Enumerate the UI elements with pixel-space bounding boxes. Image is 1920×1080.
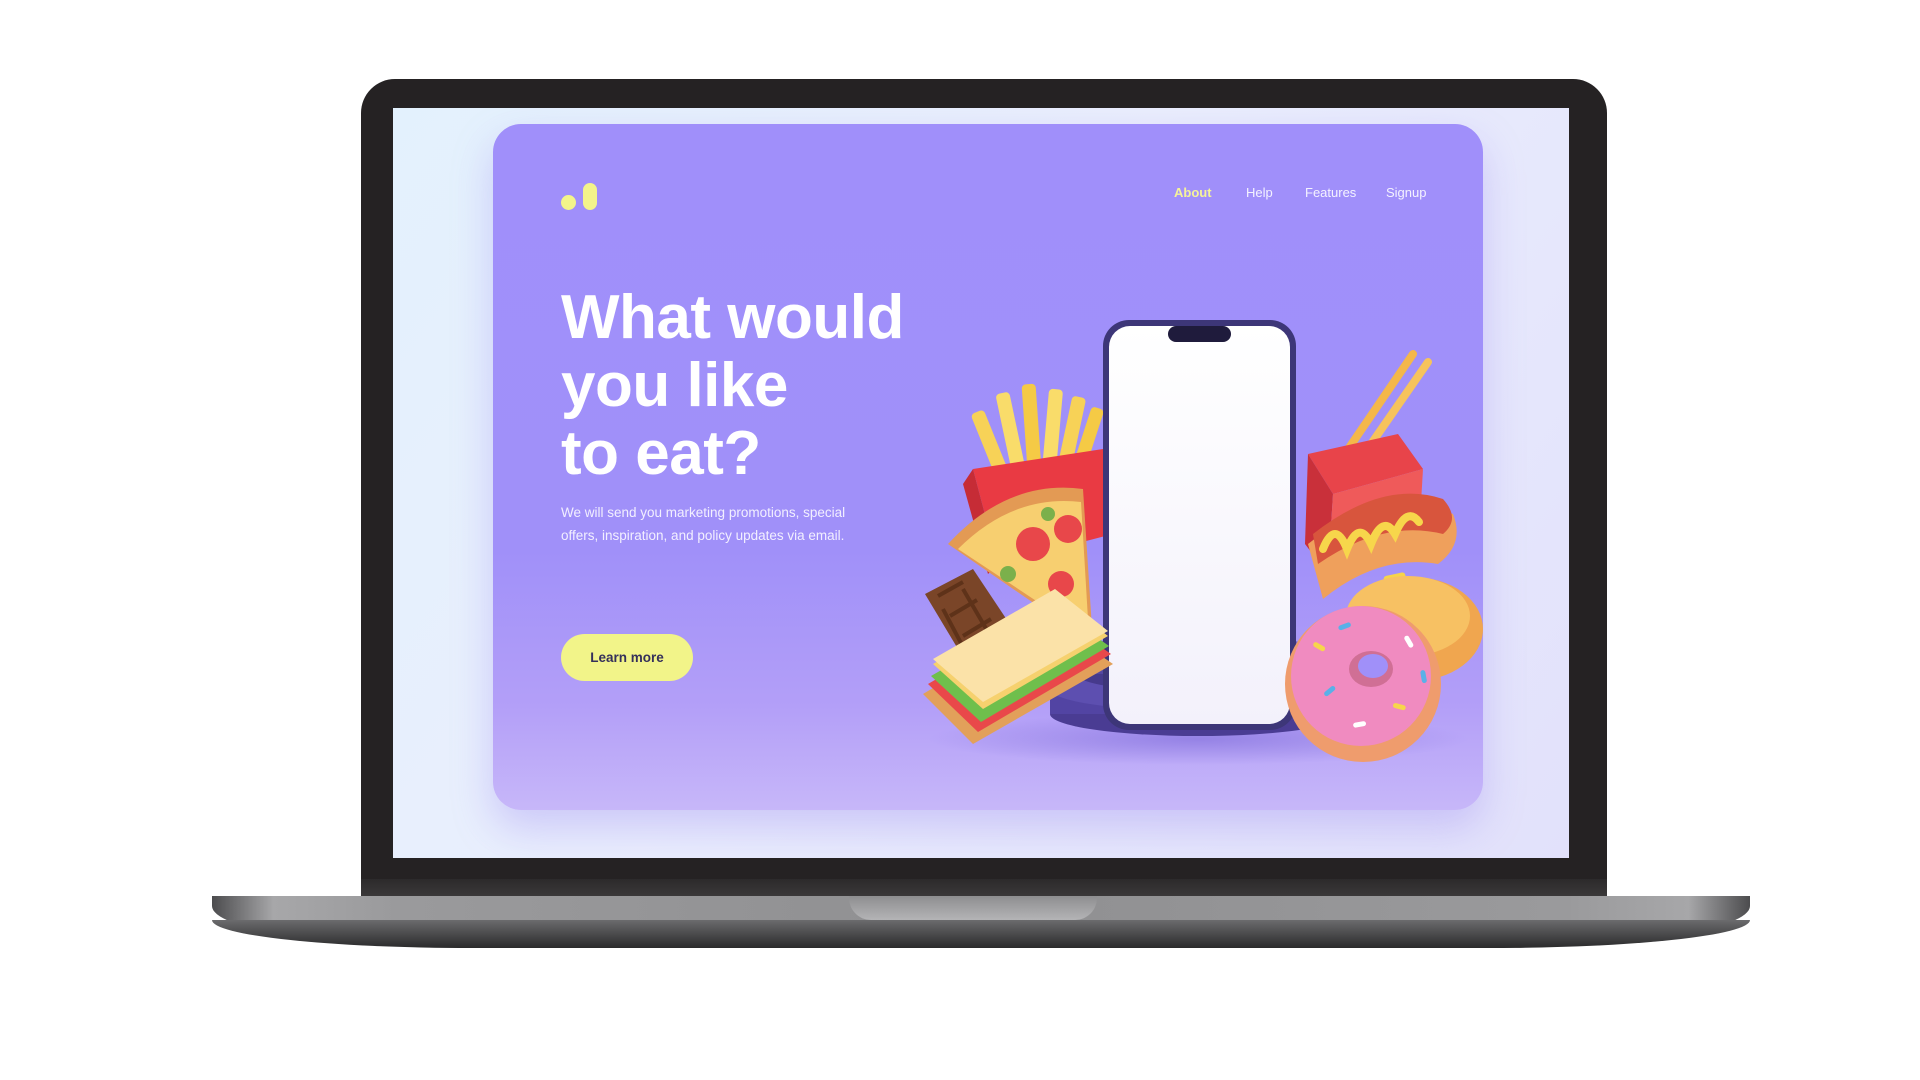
landing-page-card: About Help Features Signup What would yo… [493, 124, 1483, 810]
phone-mockup-icon[interactable] [1103, 320, 1296, 730]
nav-link-help[interactable]: Help [1246, 185, 1273, 200]
nav-link-signup[interactable]: Signup [1386, 185, 1426, 200]
nav-link-features[interactable]: Features [1305, 185, 1356, 200]
nav-link-about[interactable]: About [1174, 185, 1212, 200]
learn-more-button[interactable]: Learn more [561, 634, 693, 681]
donut-icon [1285, 606, 1441, 762]
food-phone-illustration [923, 320, 1483, 765]
logo-dot [561, 195, 576, 210]
laptop-notch [849, 896, 1097, 920]
hero-description: We will send you marketing promotions, s… [561, 505, 846, 543]
logo-icon[interactable] [561, 181, 601, 211]
laptop-screen: About Help Features Signup What would yo… [393, 108, 1569, 858]
laptop-hinge [361, 879, 1607, 897]
logo-bar [583, 183, 597, 210]
